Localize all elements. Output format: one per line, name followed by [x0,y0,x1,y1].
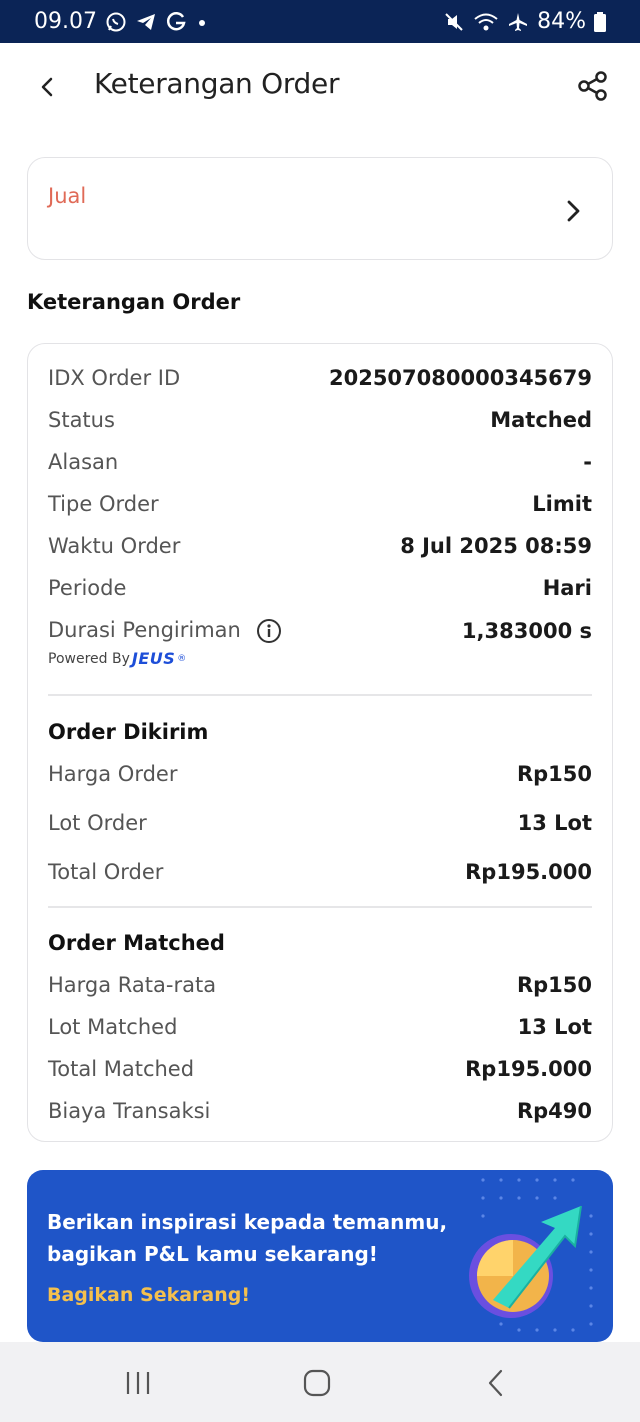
chevron-right-icon [567,200,580,222]
detail-value: Limit [532,492,592,516]
whatsapp-icon [105,11,127,33]
powered-by-text: Powered By [48,650,130,667]
detail-row-status: Status Matched [48,408,592,432]
detail-value: 1,383000 s [461,619,592,643]
growth-arrow-illustration [469,1178,593,1332]
detail-label: Harga Order [48,762,178,786]
detail-label: Total Matched [48,1057,195,1081]
detail-label: Harga Rata-rata [48,973,217,997]
detail-label: Waktu Order [48,534,181,558]
divider [48,906,592,908]
banner-line-1: Berikan inspirasi kepada temanmu, [47,1210,448,1234]
info-icon[interactable] [256,618,282,644]
detail-value: Rp150 [516,973,592,997]
detail-label: Biaya Transaksi [48,1099,211,1123]
app-header: Keterangan Order [0,43,640,129]
detail-row-delivery-duration: Durasi Pengiriman 1,383000 s [48,618,592,644]
airplane-icon [507,11,529,33]
back-nav-button[interactable] [476,1367,516,1399]
status-bar: 09.07 84% [0,0,640,43]
order-matched-row: Lot Matched 13 Lot [48,1015,592,1039]
section-title: Keterangan Order [27,290,241,314]
jeus-logo: JEUS [131,649,176,668]
home-button[interactable] [297,1367,337,1399]
recent-apps-button[interactable] [118,1367,158,1399]
divider [48,694,592,696]
detail-label: Total Order [48,860,164,884]
detail-label: Lot Order [48,811,147,835]
detail-value: 202507080000345679 [328,366,592,390]
detail-value: Hari [542,576,592,600]
back-icon [488,1369,503,1397]
order-sent-title: Order Dikirim [48,720,209,744]
banner-line-2: bagikan P&L kamu sekarang! [47,1242,378,1266]
detail-value: Matched [490,408,592,432]
wifi-icon [473,11,499,33]
detail-value: Rp195.000 [465,860,592,884]
detail-label: IDX Order ID [48,366,181,390]
order-sent-row: Total Order Rp195.000 [48,860,592,884]
system-nav-bar [0,1342,640,1422]
detail-value: - [583,450,592,474]
order-matched-title: Order Matched [48,931,225,955]
detail-label: Durasi Pengiriman [48,618,241,642]
detail-value: Rp150 [516,762,592,786]
detail-label: Tipe Order [48,492,159,516]
detail-value: 13 Lot [517,1015,592,1039]
home-icon [303,1369,331,1397]
powered-by: Powered By JEUS ® [48,649,186,668]
google-icon [165,11,187,33]
detail-label: Alasan [48,450,119,474]
order-detail-card: IDX Order ID 202507080000345679 Status M… [27,343,613,1142]
detail-row-order-type: Tipe Order Limit [48,492,592,516]
order-side-card[interactable]: Jual [27,157,613,260]
detail-value: 13 Lot [517,811,592,835]
order-sent-row: Lot Order 13 Lot [48,811,592,835]
share-icon [578,71,607,101]
banner-message: Berikan inspirasi kepada temanmu, bagika… [47,1206,447,1270]
detail-row-reason: Alasan - [48,450,592,474]
status-time: 09.07 [34,9,97,34]
telegram-icon [135,11,157,33]
detail-label-wrap: Durasi Pengiriman [48,618,282,644]
order-sent-row: Harga Order Rp150 [48,762,592,786]
detail-row-order-time: Waktu Order 8 Jul 2025 08:59 [48,534,592,558]
recent-apps-icon [126,1372,150,1394]
order-side-label: Jual [48,184,87,208]
detail-row-order-id: IDX Order ID 202507080000345679 [48,366,592,390]
detail-row-period: Periode Hari [48,576,592,600]
page-title: Keterangan Order [94,67,340,100]
battery-percent: 84% [537,9,586,34]
order-matched-row: Total Matched Rp195.000 [48,1057,592,1081]
detail-value: 8 Jul 2025 08:59 [400,534,592,558]
detail-label: Lot Matched [48,1015,178,1039]
detail-label: Periode [48,576,127,600]
battery-icon [594,11,606,32]
order-matched-row: Harga Rata-rata Rp150 [48,973,592,997]
mute-icon [443,11,465,33]
detail-value: Rp490 [516,1099,592,1123]
dot-icon [195,11,209,33]
order-matched-row: Biaya Transaksi Rp490 [48,1099,592,1123]
share-now-link[interactable]: Bagikan Sekarang! [47,1284,250,1306]
detail-label: Status [48,408,115,432]
share-pnl-banner[interactable]: Berikan inspirasi kepada temanmu, bagika… [27,1170,613,1342]
registered-mark-icon: ® [177,653,187,664]
detail-value: Rp195.000 [465,1057,592,1081]
back-button[interactable] [30,67,64,107]
chevron-left-icon [41,77,53,97]
share-button[interactable] [576,69,610,103]
